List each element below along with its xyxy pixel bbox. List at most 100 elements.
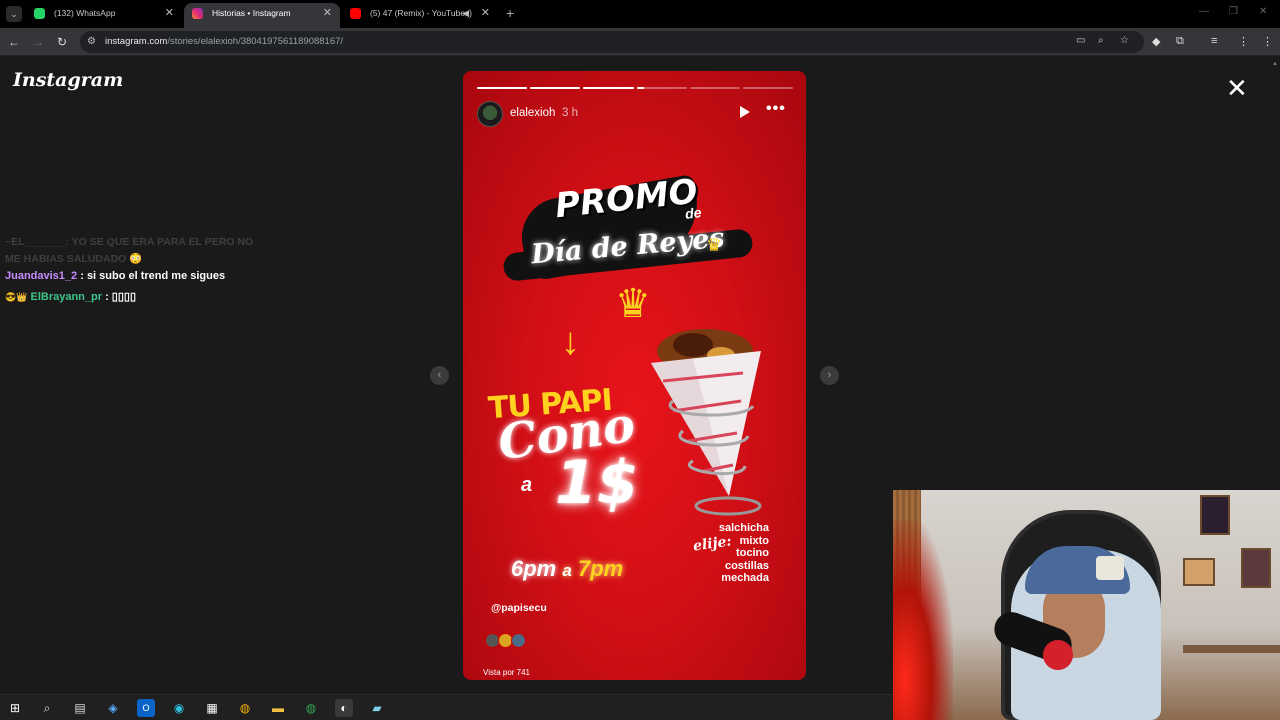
tab-title: Historias • Instagram — [212, 8, 291, 18]
webcam-scene — [1043, 640, 1073, 670]
webcam-overlay — [893, 490, 1280, 720]
obs-icon[interactable]: ◐ — [335, 699, 353, 717]
more-options-icon[interactable]: ••• — [766, 100, 786, 118]
chat-text: : si subo el trend me sigues — [80, 270, 226, 282]
task-view-icon[interactable]: ▤ — [71, 699, 89, 717]
webcam-scene — [1096, 556, 1124, 580]
extension-diamond-icon[interactable]: ◆ — [1152, 35, 1160, 48]
browser-toolbar: ← → ↻ ⚙ instagram.com/stories/elalexioh/… — [0, 28, 1280, 56]
tab-title: (132) WhatsApp — [54, 8, 116, 18]
minimize-icon[interactable]: — — [1199, 6, 1209, 17]
price-prefix: a — [521, 474, 533, 496]
view-count[interactable]: Vista por 741 — [483, 668, 530, 677]
promo-hours: 6pm a 7pm — [511, 556, 623, 582]
tab-title: (5) 47 (Remix) - YouTube — [370, 8, 466, 18]
mention-handle[interactable]: @papisecu — [491, 602, 547, 614]
chat-badge-icon: 😎👑 — [5, 292, 28, 302]
price: 1$ — [555, 448, 639, 518]
webcam-scene — [1200, 495, 1230, 535]
cone-food-image — [651, 329, 762, 516]
chat-message-faded: ~EL_______: YO SE QUE ERA PARA EL PERO N… — [5, 234, 265, 270]
forward-icon[interactable]: → — [29, 33, 47, 51]
url-text[interactable]: instagram.com/stories/elalexioh/38041975… — [105, 36, 343, 47]
tab-search-icon[interactable]: ⌄ — [6, 6, 22, 22]
screen: ⌄ (132) WhatsApp ✕ Historias • Instagram… — [0, 0, 1280, 720]
instagram-icon — [192, 8, 203, 19]
windows-start-icon[interactable]: ⊞ — [6, 699, 24, 717]
tab-close-icon[interactable]: ✕ — [323, 3, 332, 24]
window-close-icon[interactable]: ✕ — [1259, 6, 1267, 17]
option-item: mechada — [721, 572, 769, 584]
webcam-scene — [1241, 548, 1271, 588]
progress-fill — [583, 87, 634, 89]
chat-message: 😎👑 ElBrayann_pr : ▯▯▯▯ — [5, 290, 265, 310]
progress-segment — [530, 87, 581, 89]
tab-close-icon[interactable]: ✕ — [481, 3, 490, 24]
install-app-icon[interactable]: ▭ — [1076, 35, 1085, 46]
progress-segment — [477, 87, 528, 89]
chat-username: ElBrayann_pr — [30, 291, 103, 303]
option-item: costillas — [724, 559, 769, 572]
reload-icon[interactable]: ↻ — [53, 33, 71, 51]
address-bar[interactable]: ⚙ instagram.com/stories/elalexioh/380419… — [80, 31, 1144, 53]
chat-text: : ▯▯▯▯ — [105, 291, 137, 303]
restore-icon[interactable]: ❐ — [1229, 6, 1238, 17]
tab-whatsapp[interactable]: (132) WhatsApp ✕ — [26, 3, 182, 28]
edge-icon[interactable]: ◉ — [170, 699, 188, 717]
next-story-icon[interactable]: › — [820, 366, 839, 385]
story-username[interactable]: elalexioh — [510, 107, 555, 119]
profile-icon[interactable]: ⋮ — [1238, 35, 1249, 48]
options-list: salchicha mixto tocino costillas mechada — [705, 522, 769, 585]
url-path: /stories/elalexioh/3804197561189088167/ — [167, 36, 344, 47]
curved-arrow-icon: ↓ — [561, 321, 580, 363]
outlook-icon[interactable]: O — [137, 699, 155, 717]
progress-segment — [636, 87, 687, 89]
close-stories-icon[interactable]: ✕ — [1226, 75, 1248, 101]
chrome-icon[interactable]: ◍ — [236, 699, 254, 717]
tab-close-icon[interactable]: ✕ — [165, 3, 174, 24]
tab-youtube[interactable]: (5) 47 (Remix) - YouTube ◀) ✕ — [342, 3, 498, 28]
speaker-icon[interactable]: ◀) — [462, 3, 472, 24]
stream-chat-overlay: ~EL_______: YO SE QUE ERA PARA EL PERO N… — [5, 234, 265, 310]
bookmark-star-icon[interactable]: ☆ — [1120, 35, 1129, 46]
progress-segment — [742, 87, 794, 89]
store-icon[interactable]: ▦ — [203, 699, 221, 717]
avatar[interactable] — [477, 101, 503, 127]
previous-story-icon[interactable]: ‹ — [430, 366, 449, 385]
webcam-scene — [1183, 645, 1280, 653]
progress-fill — [636, 87, 645, 89]
copilot-icon[interactable]: ◈ — [104, 699, 122, 717]
crown-icon: ♛ — [706, 235, 723, 255]
media-control-icon[interactable]: ≡ — [1211, 35, 1217, 47]
browser-tab-strip: ⌄ (132) WhatsApp ✕ Historias • Instagram… — [0, 0, 1280, 28]
hour-end: 7pm — [577, 556, 624, 581]
menu-icon[interactable]: ⋮ — [1262, 35, 1273, 48]
zoom-icon[interactable]: ⌕ — [1098, 35, 1104, 46]
story-card[interactable]: elalexioh 3 h ••• PROMO de Día de Reyes … — [463, 71, 806, 680]
instagram-logo[interactable]: Instagram — [13, 69, 123, 91]
chrome-app-icon[interactable]: ◍ — [302, 699, 320, 717]
hour-start: 6pm — [511, 556, 557, 581]
url-host: instagram.com — [105, 36, 168, 47]
app-icon[interactable]: ▰ — [368, 699, 386, 717]
new-tab-icon[interactable]: + — [506, 5, 514, 21]
option-item: salchicha — [718, 522, 769, 534]
site-info-icon[interactable]: ⚙ — [87, 36, 96, 47]
webcam-scene — [893, 520, 953, 720]
option-item: tocino — [736, 547, 769, 559]
tab-instagram[interactable]: Historias • Instagram ✕ — [184, 3, 340, 28]
scrollbar-arrow-icon[interactable]: ▲ — [1272, 61, 1278, 69]
back-icon[interactable]: ← — [5, 33, 23, 51]
webcam-scene — [1183, 558, 1215, 586]
search-icon[interactable]: ⌕ — [38, 699, 56, 717]
hour-separator: a — [562, 561, 572, 580]
viewer-avatars[interactable] — [485, 633, 529, 649]
progress-segment — [583, 87, 634, 89]
chat-message: Juandavis1_2 : si subo el trend me sigue… — [5, 270, 265, 290]
progress-fill — [477, 87, 528, 89]
file-explorer-icon[interactable]: ▬ — [269, 699, 287, 717]
story-progress-bar — [477, 87, 794, 89]
option-item: mixto — [739, 534, 769, 547]
extensions-puzzle-icon[interactable]: ⧉ — [1176, 35, 1184, 48]
play-icon[interactable] — [740, 106, 750, 118]
